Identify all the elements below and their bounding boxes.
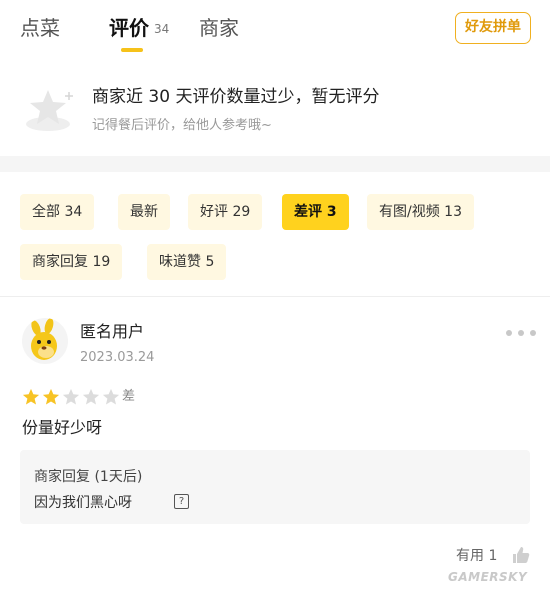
group-order-button[interactable]: 好友拼单 (455, 12, 531, 44)
star-icon (102, 388, 120, 405)
tab-order[interactable]: 点菜 (20, 14, 60, 42)
filter-media[interactable]: 有图/视频 13 (367, 194, 474, 230)
review-text: 份量好少呀 (22, 418, 103, 437)
notice-title: 商家近 30 天评价数量过少，暂无评分 (92, 87, 380, 107)
avatar[interactable] (22, 318, 68, 364)
tab-merchant[interactable]: 商家 (199, 14, 239, 42)
star-icon (22, 388, 40, 405)
review-date: 2023.03.24 (80, 350, 155, 365)
star-icon (62, 388, 80, 405)
empty-star-illustration (26, 90, 73, 131)
unknown-emoji-icon: ? (174, 494, 189, 509)
section-divider (0, 156, 550, 172)
star-icon (42, 388, 60, 405)
filter-all[interactable]: 全部 34 (20, 194, 95, 230)
filter-negative[interactable]: 差评 3 (282, 194, 349, 230)
tab-reviews[interactable]: 评价 (109, 14, 149, 42)
reply-title: 商家回复 (1天后) (34, 469, 143, 485)
review-username: 匿名用户 (80, 322, 145, 341)
filter-merchant-reply[interactable]: 商家回复 19 (20, 244, 123, 280)
reviews-count: 34 (154, 22, 170, 36)
filter-positive[interactable]: 好评 29 (188, 194, 263, 230)
more-options-icon[interactable] (506, 330, 536, 338)
helpful-count[interactable]: 有用 1 (456, 546, 497, 566)
filter-taste-praise[interactable]: 味道赞 5 (147, 244, 227, 280)
top-tab-bar: 点菜 评价 34 商家 好友拼单 (0, 0, 550, 58)
filter-latest[interactable]: 最新 (118, 194, 170, 230)
rating-notice: 商家近 30 天评价数量过少，暂无评分 记得餐后评价，给他人参考哦~ (0, 58, 550, 156)
reply-text: 因为我们黑心呀 (34, 495, 132, 511)
kangaroo-avatar-icon (31, 318, 57, 360)
watermark: GAMERSKY (448, 570, 528, 584)
star-icon (82, 388, 100, 405)
notice-subtitle: 记得餐后评价，给他人参考哦~ (92, 118, 272, 133)
thumbs-up-icon[interactable] (510, 544, 532, 566)
merchant-reply: 商家回复 (1天后) 因为我们黑心呀 ? (20, 450, 530, 524)
active-tab-indicator (121, 48, 143, 52)
divider (0, 296, 550, 297)
rating-label: 差 (122, 389, 136, 404)
